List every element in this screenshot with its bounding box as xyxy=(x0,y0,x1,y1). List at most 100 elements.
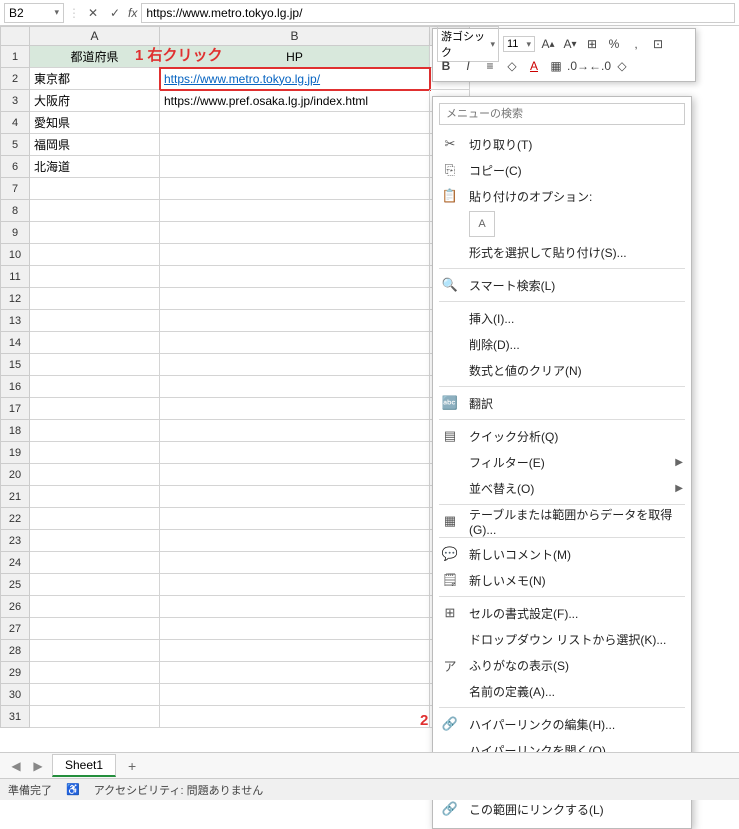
cell[interactable]: 大阪府 xyxy=(30,90,160,112)
font-color-icon[interactable]: A xyxy=(525,57,543,75)
cell[interactable] xyxy=(30,574,160,596)
menu-translate[interactable]: 🔤翻訳 xyxy=(433,390,691,416)
cell[interactable] xyxy=(160,464,430,486)
menu-smart-lookup[interactable]: 🔍スマート検索(L) xyxy=(433,272,691,298)
cell[interactable] xyxy=(160,596,430,618)
cell[interactable] xyxy=(160,376,430,398)
cell[interactable] xyxy=(30,376,160,398)
row-header[interactable]: 16 xyxy=(0,376,30,398)
cell[interactable] xyxy=(160,354,430,376)
menu-cut[interactable]: ✂切り取り(T) xyxy=(433,131,691,157)
tab-next-icon[interactable]: ▶ xyxy=(30,759,46,773)
cell[interactable] xyxy=(30,398,160,420)
menu-quick-analysis[interactable]: ▤クイック分析(Q) xyxy=(433,423,691,449)
cell[interactable] xyxy=(160,178,430,200)
row-header[interactable]: 5 xyxy=(0,134,30,156)
cell[interactable] xyxy=(30,222,160,244)
menu-format-cells[interactable]: ⊞セルの書式設定(F)... xyxy=(433,600,691,626)
increase-font-icon[interactable]: A▴ xyxy=(539,35,557,53)
cell[interactable] xyxy=(30,178,160,200)
name-box[interactable]: B2 ▾ xyxy=(4,3,64,23)
bold-icon[interactable]: B xyxy=(437,57,455,75)
cell[interactable] xyxy=(160,552,430,574)
row-header[interactable]: 25 xyxy=(0,574,30,596)
add-sheet-icon[interactable]: + xyxy=(122,758,142,774)
menu-copy[interactable]: ⎘コピー(C) xyxy=(433,157,691,183)
tab-prev-icon[interactable]: ◀ xyxy=(8,759,24,773)
row-header[interactable]: 28 xyxy=(0,640,30,662)
cell[interactable] xyxy=(160,244,430,266)
cell[interactable] xyxy=(160,398,430,420)
row-header[interactable]: 13 xyxy=(0,310,30,332)
cell[interactable] xyxy=(30,662,160,684)
column-header-a[interactable]: A xyxy=(30,26,160,46)
menu-sort[interactable]: 並べ替え(O)▶ xyxy=(433,475,691,501)
menu-search-input[interactable] xyxy=(439,103,685,125)
cell[interactable] xyxy=(30,200,160,222)
column-header-b[interactable]: B xyxy=(160,26,430,46)
cell[interactable] xyxy=(30,596,160,618)
row-header[interactable]: 7 xyxy=(0,178,30,200)
menu-search[interactable] xyxy=(439,103,685,125)
cell[interactable] xyxy=(160,222,430,244)
cell[interactable]: https://www.metro.tokyo.lg.jp/ xyxy=(160,68,430,90)
cell[interactable]: 北海道 xyxy=(30,156,160,178)
row-header[interactable]: 4 xyxy=(0,112,30,134)
cell[interactable] xyxy=(160,420,430,442)
menu-clear[interactable]: 数式と値のクリア(N) xyxy=(433,357,691,383)
menu-filter[interactable]: フィルター(E)▶ xyxy=(433,449,691,475)
cell[interactable] xyxy=(30,244,160,266)
menu-define-name[interactable]: 名前の定義(A)... xyxy=(433,678,691,704)
row-header[interactable]: 1 xyxy=(0,46,30,68)
row-header[interactable]: 21 xyxy=(0,486,30,508)
formula-bar[interactable]: https://www.metro.tokyo.lg.jp/ xyxy=(141,3,735,23)
menu-new-note[interactable]: 🗒新しいメモ(N) xyxy=(433,567,691,593)
cell[interactable]: HP xyxy=(160,46,430,68)
cell[interactable] xyxy=(160,332,430,354)
row-header[interactable]: 10 xyxy=(0,244,30,266)
clear-format-icon[interactable]: ◇ xyxy=(613,57,631,75)
confirm-icon[interactable]: ✓ xyxy=(106,6,124,20)
menu-dropdown-list[interactable]: ドロップダウン リストから選択(K)... xyxy=(433,626,691,652)
row-header[interactable]: 8 xyxy=(0,200,30,222)
row-header[interactable]: 18 xyxy=(0,420,30,442)
menu-edit-hyperlink[interactable]: 🔗ハイパーリンクの編集(H)... xyxy=(433,711,691,737)
cell[interactable] xyxy=(30,706,160,728)
select-all-corner[interactable] xyxy=(0,26,30,46)
italic-icon[interactable]: I xyxy=(459,57,477,75)
accounting-format-icon[interactable]: ⊞ xyxy=(583,35,601,53)
fill-color-icon[interactable]: ◇ xyxy=(503,57,521,75)
cell[interactable] xyxy=(160,706,430,728)
cell[interactable] xyxy=(30,288,160,310)
cell[interactable] xyxy=(30,310,160,332)
chevron-down-icon[interactable]: ▾ xyxy=(54,7,59,18)
increase-decimal-icon[interactable]: .0→ xyxy=(569,57,587,75)
cell[interactable] xyxy=(30,640,160,662)
row-header[interactable]: 23 xyxy=(0,530,30,552)
cell[interactable] xyxy=(30,464,160,486)
cell[interactable] xyxy=(160,486,430,508)
cell[interactable] xyxy=(160,288,430,310)
row-header[interactable]: 19 xyxy=(0,442,30,464)
cell[interactable] xyxy=(160,508,430,530)
cancel-icon[interactable]: ✕ xyxy=(84,6,102,20)
menu-new-comment[interactable]: 💬新しいコメント(M) xyxy=(433,541,691,567)
align-icon[interactable]: ≡ xyxy=(481,57,499,75)
decrease-font-icon[interactable]: A▾ xyxy=(561,35,579,53)
row-header[interactable]: 9 xyxy=(0,222,30,244)
cell[interactable] xyxy=(160,156,430,178)
row-header[interactable]: 15 xyxy=(0,354,30,376)
fx-icon[interactable]: fx xyxy=(128,6,137,20)
cell[interactable] xyxy=(30,508,160,530)
row-header[interactable]: 27 xyxy=(0,618,30,640)
paste-option-values[interactable]: A xyxy=(469,211,495,237)
cell[interactable] xyxy=(30,486,160,508)
cell[interactable] xyxy=(30,552,160,574)
row-header[interactable]: 24 xyxy=(0,552,30,574)
row-header[interactable]: 31 xyxy=(0,706,30,728)
cell[interactable] xyxy=(160,640,430,662)
cell[interactable] xyxy=(160,618,430,640)
cell[interactable] xyxy=(160,684,430,706)
cell[interactable] xyxy=(30,684,160,706)
cell[interactable]: 東京都 xyxy=(30,68,160,90)
